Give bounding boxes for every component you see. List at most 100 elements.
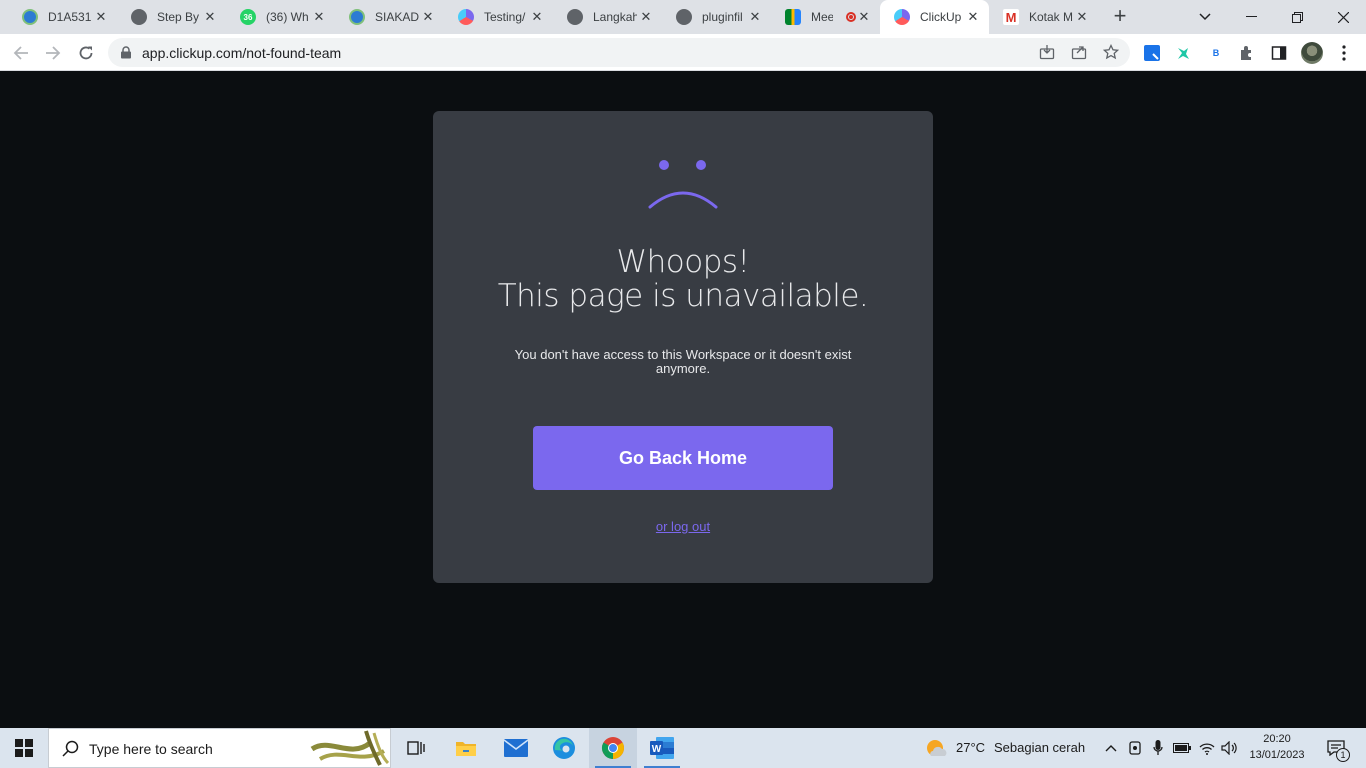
edge-button[interactable] [540, 728, 588, 768]
extension-bird-icon[interactable] [1173, 43, 1193, 63]
browser-tab[interactable]: Mee ✕ [771, 0, 880, 34]
browser-tab[interactable]: M Kotak M ✕ [989, 0, 1098, 34]
task-view-button[interactable] [392, 728, 440, 768]
browser-tab[interactable]: SIAKAD ✕ [335, 0, 444, 34]
svg-text:W: W [652, 744, 662, 755]
search-placeholder: Type here to search [89, 741, 213, 757]
word-icon: W [650, 737, 674, 759]
tab-search-button[interactable] [1182, 0, 1228, 34]
whatsapp-icon: 36 [240, 9, 256, 25]
chrome-icon [602, 737, 624, 759]
browser-tab-active[interactable]: ClickUp ✕ [880, 0, 989, 34]
windows-taskbar: Type here to search W 27°C Sebagian cera… [0, 728, 1366, 768]
globe-icon [676, 9, 692, 25]
volume-icon[interactable] [1220, 739, 1238, 757]
share-icon[interactable] [1070, 44, 1088, 62]
close-tab-icon[interactable]: ✕ [1074, 9, 1090, 25]
search-highlight-art [310, 730, 390, 766]
side-panel-icon[interactable] [1269, 43, 1289, 63]
close-tab-icon[interactable]: ✕ [856, 9, 872, 25]
extension-blue-icon[interactable] [1142, 43, 1162, 63]
log-out-link[interactable]: or log out [433, 519, 933, 534]
word-button[interactable]: W [638, 728, 686, 768]
minimize-icon [1245, 16, 1257, 17]
file-explorer-button[interactable] [442, 728, 490, 768]
weather-description[interactable]: Sebagian cerah [994, 740, 1085, 755]
minimize-button[interactable] [1228, 0, 1274, 34]
chevron-down-icon [1199, 13, 1211, 21]
browser-toolbar: app.clickup.com/not-found-team B [0, 34, 1366, 71]
close-tab-icon[interactable]: ✕ [420, 9, 436, 25]
reload-icon [79, 46, 93, 60]
close-tab-icon[interactable]: ✕ [93, 9, 109, 25]
forward-button[interactable] [40, 40, 66, 66]
windows-logo-icon [15, 739, 33, 757]
task-view-icon [407, 741, 425, 755]
go-back-home-button[interactable]: Go Back Home [533, 426, 833, 490]
browser-tab[interactable]: pluginfil ✕ [662, 0, 771, 34]
bookmark-star-icon[interactable] [1102, 43, 1120, 62]
chevron-up-icon [1105, 745, 1117, 752]
extensions-puzzle-icon[interactable] [1237, 43, 1257, 63]
arrow-right-icon [46, 46, 61, 60]
clickup-icon [894, 9, 910, 25]
globe-icon [567, 9, 583, 25]
mail-button[interactable] [492, 728, 540, 768]
battery-icon[interactable] [1173, 739, 1191, 757]
wifi-icon[interactable] [1198, 739, 1216, 757]
close-tab-icon[interactable]: ✕ [747, 9, 763, 25]
new-tab-button[interactable]: + [1108, 5, 1132, 29]
browser-tab[interactable]: Step By ✕ [117, 0, 226, 34]
siakad-globe-icon [349, 9, 365, 25]
weather-temperature[interactable]: 27°C [956, 740, 985, 755]
taskbar-search-box[interactable]: Type here to search [48, 728, 391, 768]
url-text: app.clickup.com/not-found-team [142, 45, 342, 61]
globe-icon [131, 9, 147, 25]
clock-date: 13/01/2023 [1249, 749, 1305, 761]
microphone-icon[interactable] [1149, 739, 1167, 757]
restore-button[interactable] [1274, 0, 1320, 34]
recording-icon [846, 12, 856, 22]
close-tab-icon[interactable]: ✕ [638, 9, 654, 25]
close-window-button[interactable] [1320, 0, 1366, 34]
close-tab-icon[interactable]: ✕ [311, 9, 327, 25]
close-tab-icon[interactable]: ✕ [529, 9, 545, 25]
close-tab-icon[interactable]: ✕ [965, 9, 981, 25]
error-card: Whoops! This page is unavailable. You do… [433, 111, 933, 583]
chrome-button[interactable] [589, 728, 637, 768]
close-tab-icon[interactable]: ✕ [202, 9, 218, 25]
folder-icon [456, 742, 476, 756]
install-app-icon[interactable] [1038, 44, 1056, 62]
restore-icon [1291, 11, 1303, 23]
browser-tab[interactable]: D1A531 ✕ [8, 0, 117, 34]
system-clock[interactable]: 20:20 13/01/2023 [1246, 731, 1308, 763]
close-icon [1337, 11, 1349, 23]
menu-kebab-icon[interactable] [1334, 43, 1354, 63]
extension-b-icon[interactable]: B [1206, 43, 1226, 63]
gmail-icon: M [1003, 9, 1019, 25]
browser-tab[interactable]: Testing/ ✕ [444, 0, 553, 34]
browser-tab[interactable]: 36 (36) Wh ✕ [226, 0, 335, 34]
weather-partly-sunny-icon [927, 740, 947, 756]
error-message: You don't have access to this Workspace … [514, 347, 852, 376]
start-button[interactable] [0, 728, 48, 768]
browser-tab[interactable]: Langkah ✕ [553, 0, 662, 34]
profile-avatar[interactable] [1301, 42, 1323, 64]
error-subheading: This page is unavailable. [497, 278, 869, 314]
tab-strip: D1A531 ✕ Step By ✕ 36 (36) Wh ✕ SIAKAD ✕… [0, 0, 1366, 34]
lock-icon [121, 46, 131, 59]
back-button[interactable] [8, 40, 34, 66]
google-meet-icon [785, 9, 801, 25]
reload-button[interactable] [73, 40, 99, 66]
notification-center-button[interactable]: 1 [1324, 739, 1350, 762]
mail-icon [504, 739, 528, 757]
show-hidden-icons-button[interactable] [1102, 739, 1120, 757]
error-heading: Whoops! [616, 244, 751, 280]
clickup-icon [458, 9, 474, 25]
edge-icon [553, 737, 575, 759]
meet-now-icon[interactable] [1126, 739, 1144, 757]
search-icon [62, 740, 79, 757]
page-viewport: Whoops! This page is unavailable. You do… [0, 71, 1366, 728]
sad-face-icon [648, 160, 718, 209]
address-bar[interactable]: app.clickup.com/not-found-team [108, 38, 1130, 67]
